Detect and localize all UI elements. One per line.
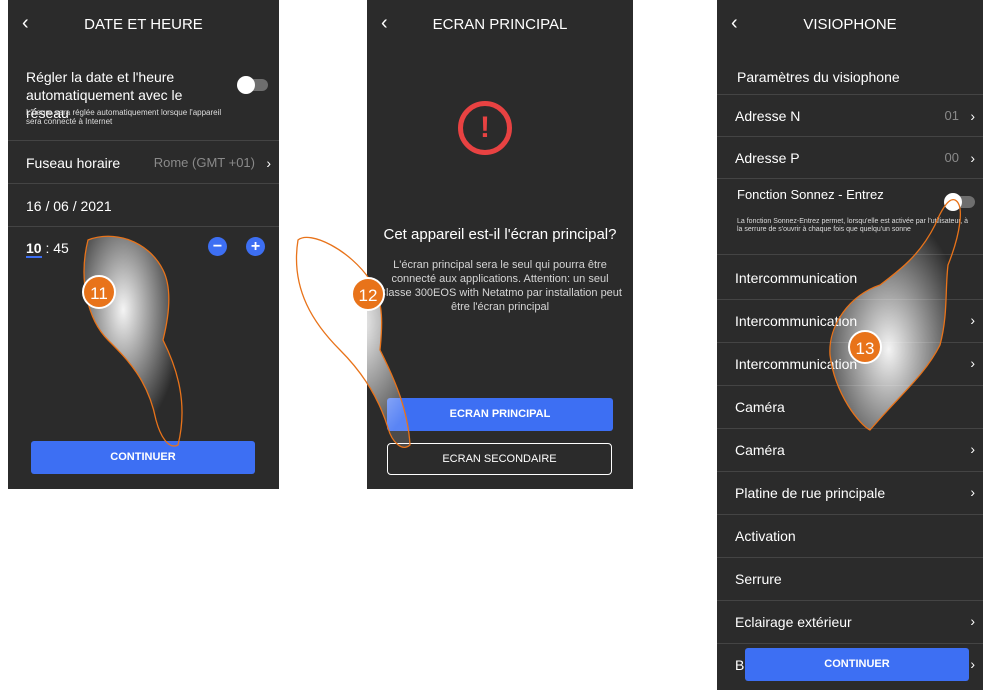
page-title: DATE ET HEURE xyxy=(84,16,203,33)
divider xyxy=(8,226,279,227)
chevron-right-icon: › xyxy=(970,150,975,166)
step-badge: 13 xyxy=(848,330,882,364)
divider xyxy=(717,178,983,179)
timezone-value: Rome (GMT +01) xyxy=(153,155,255,170)
date-value: 16 / 06 / 2021 xyxy=(26,198,112,214)
settings-item[interactable]: Serrure xyxy=(717,557,983,600)
header: ‹ VISIOPHONE xyxy=(717,0,983,46)
divider xyxy=(8,183,279,184)
adresse-n-value: 01 xyxy=(944,108,959,123)
adresse-p-label: Adresse P xyxy=(735,150,800,166)
chevron-right-icon: › xyxy=(266,155,271,171)
settings-item-label: Caméra xyxy=(735,442,785,458)
chevron-right-icon: › xyxy=(970,355,975,371)
settings-item-label: Activation xyxy=(735,528,796,544)
date-time-screen: ‹ DATE ET HEURE Régler la date et l'heur… xyxy=(8,0,279,489)
chevron-right-icon: › xyxy=(970,656,975,672)
section-title: Paramètres du visiophone xyxy=(737,69,900,85)
continue-button[interactable]: CONTINUER xyxy=(745,648,969,681)
hand-pointer-icon xyxy=(295,236,411,448)
settings-item[interactable]: Activation xyxy=(717,514,983,557)
chevron-right-icon: › xyxy=(970,484,975,500)
page-title: ECRAN PRINCIPAL xyxy=(432,16,568,33)
chevron-right-icon: › xyxy=(970,312,975,328)
settings-item-label: Serrure xyxy=(735,571,782,587)
alert-icon: ! xyxy=(458,101,512,155)
chevron-right-icon: › xyxy=(970,108,975,124)
settings-item-label: Eclairage extérieur xyxy=(735,614,852,630)
header: ‹ DATE ET HEURE xyxy=(8,0,279,46)
settings-item[interactable]: Platine de rue principale › xyxy=(717,471,983,514)
plus-icon[interactable]: + xyxy=(246,237,265,256)
adresse-p-value: 00 xyxy=(944,150,959,165)
divider xyxy=(717,136,983,137)
step-badge: 11 xyxy=(82,275,116,309)
settings-item[interactable]: Eclairage extérieur › xyxy=(717,600,983,643)
header: ‹ ECRAN PRINCIPAL xyxy=(367,0,633,46)
time-separator: : xyxy=(45,240,50,256)
timezone-label: Fuseau horaire xyxy=(26,155,121,171)
time-minutes[interactable]: 45 xyxy=(53,240,69,256)
toggle-knob xyxy=(237,76,255,94)
time-hours[interactable]: 10 xyxy=(26,240,42,258)
adresse-n-label: Adresse N xyxy=(735,108,801,124)
hand-pointer-icon xyxy=(83,235,183,447)
settings-item-label: Caméra xyxy=(735,399,785,415)
page-title: VISIOPHONE xyxy=(803,16,897,33)
auto-time-toggle[interactable] xyxy=(237,76,268,94)
step-badge: 12 xyxy=(351,277,385,311)
divider xyxy=(717,94,983,95)
settings-item-label: Platine de rue principale xyxy=(735,485,886,501)
chevron-right-icon: › xyxy=(970,441,975,457)
divider xyxy=(8,140,279,141)
chevron-right-icon: › xyxy=(970,613,975,629)
hand-pointer-icon xyxy=(829,199,961,431)
auto-time-note: L'heure sera réglée automatiquement lors… xyxy=(26,108,222,126)
settings-item-label: B xyxy=(735,657,745,673)
